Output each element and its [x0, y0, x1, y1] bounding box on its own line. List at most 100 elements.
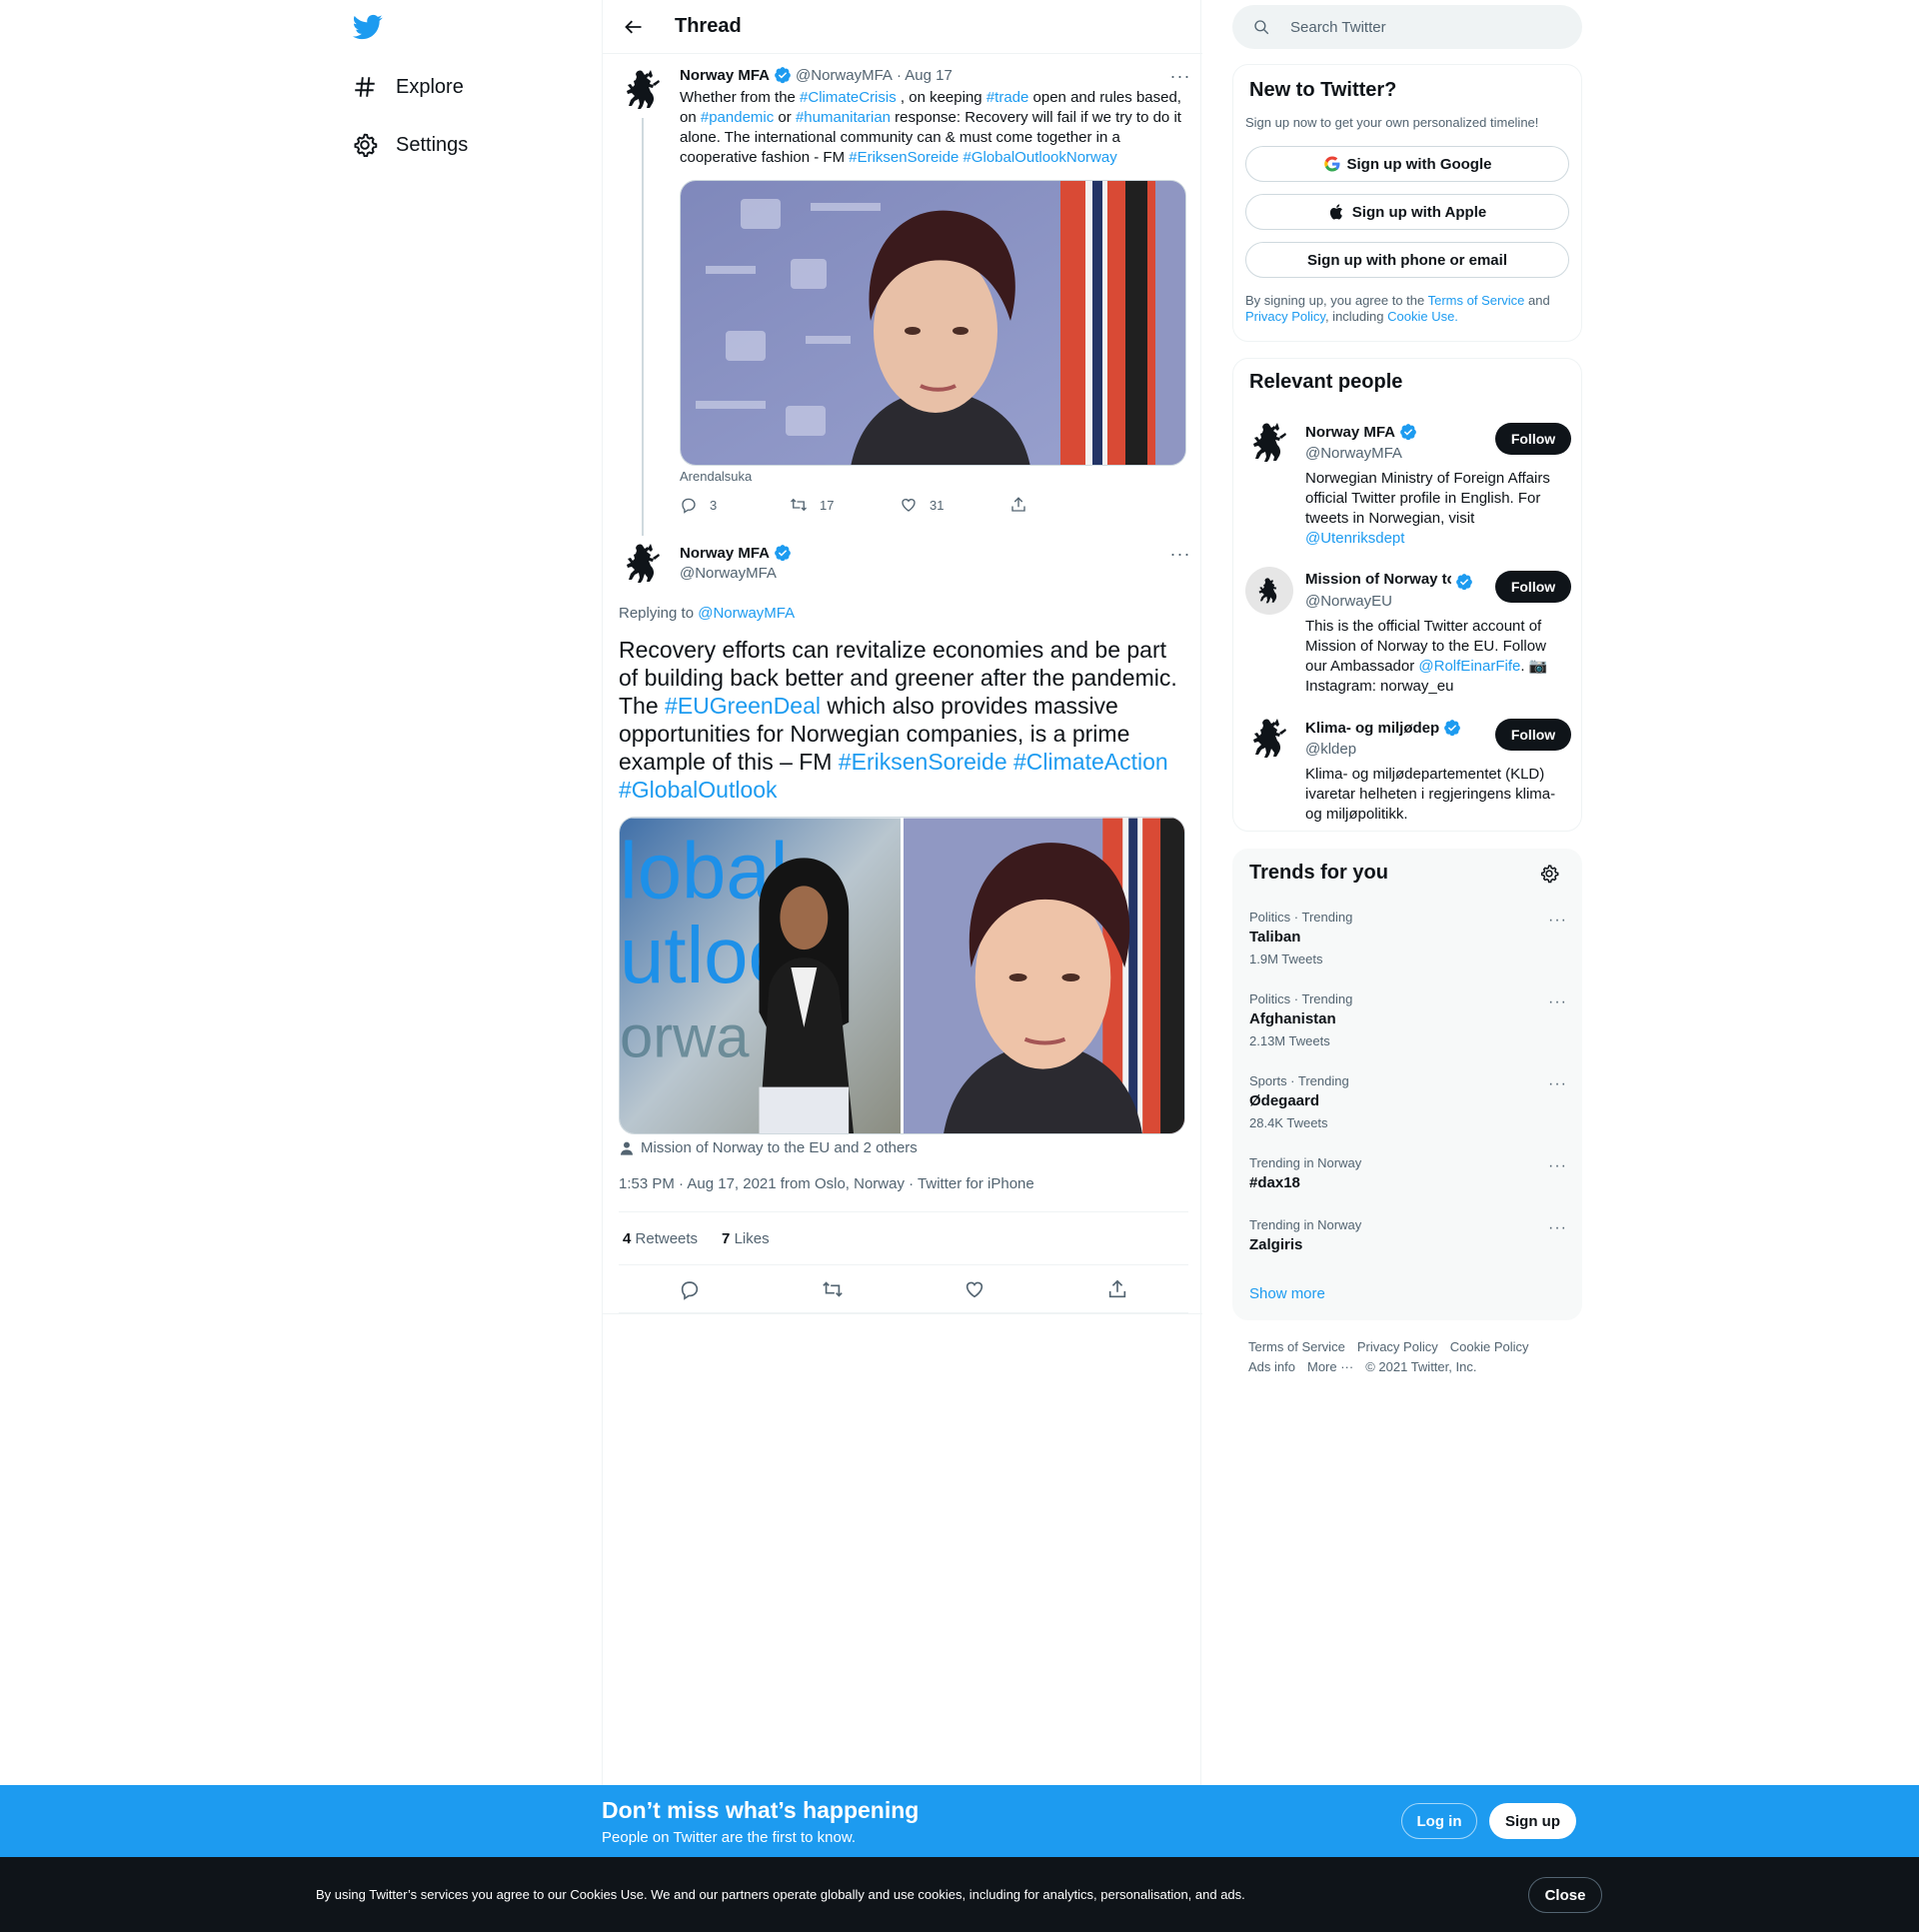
- bio-text: Klima- og miljødepartementet (KLD) ivare…: [1305, 766, 1556, 823]
- tagged-people[interactable]: Mission of Norway to the EU and 2 others: [619, 1139, 918, 1156]
- login-button[interactable]: Log in: [1401, 1803, 1477, 1839]
- show-more-link[interactable]: Show more: [1249, 1285, 1325, 1302]
- footer-more-link[interactable]: More ···: [1307, 1357, 1353, 1377]
- share-button[interactable]: [1009, 496, 1119, 514]
- more-options-icon[interactable]: ···: [1166, 66, 1194, 86]
- author-name[interactable]: Norway MFA: [680, 545, 770, 562]
- media-caption[interactable]: Arendalsuka: [680, 469, 752, 484]
- more-options-icon[interactable]: ···: [1548, 912, 1567, 930]
- more-options-icon[interactable]: ···: [1548, 993, 1567, 1011]
- bio-mention-link[interactable]: @Utenriksdept: [1305, 530, 1404, 547]
- tweet-date[interactable]: · Aug 17: [897, 67, 953, 84]
- likes-label: Likes: [734, 1229, 770, 1247]
- more-options-icon[interactable]: ···: [1548, 1075, 1567, 1093]
- norway-lion-crest-icon: [627, 544, 660, 583]
- more-options-icon[interactable]: ···: [1548, 1157, 1567, 1175]
- hashtag-link[interactable]: #GlobalOutlookNorway: [962, 149, 1116, 166]
- trend-item[interactable]: Politics · Trending Afghanistan 2.13M Tw…: [1249, 991, 1567, 1048]
- retweets-stat[interactable]: 4 Retweets: [623, 1230, 698, 1247]
- hashtag-link[interactable]: #pandemic: [701, 109, 774, 126]
- footer-ads-link[interactable]: Ads info: [1248, 1357, 1295, 1377]
- hashtag-link[interactable]: #humanitarian: [796, 109, 891, 126]
- retweet-icon: [791, 498, 807, 512]
- follow-button[interactable]: Follow: [1495, 423, 1571, 455]
- signup-google-button[interactable]: Sign up with Google: [1245, 146, 1569, 182]
- hashtag-link[interactable]: #EriksenSoreide: [849, 149, 959, 166]
- cookie-link[interactable]: Cookie Use.: [1387, 309, 1458, 324]
- banner-subtitle: People on Twitter are the first to know.: [602, 1829, 857, 1846]
- terms-link[interactable]: Terms of Service: [1428, 293, 1525, 308]
- trend-count: 28.4K Tweets: [1249, 1115, 1328, 1130]
- retweet-button[interactable]: 17: [790, 496, 900, 514]
- trend-item[interactable]: Sports · Trending Ødegaard 28.4K Tweets …: [1249, 1073, 1567, 1130]
- person-name[interactable]: Klima- og miljødep: [1305, 720, 1439, 737]
- person-handle[interactable]: @NorwayMFA: [1305, 445, 1402, 462]
- footer-privacy-link[interactable]: Privacy Policy: [1357, 1337, 1438, 1357]
- trend-item[interactable]: Trending in Norway Zalgiris ···: [1249, 1217, 1567, 1253]
- nav-explore[interactable]: Explore: [352, 67, 464, 107]
- trend-item[interactable]: Politics · Trending Taliban 1.9M Tweets …: [1249, 910, 1567, 966]
- signup-button[interactable]: Sign up: [1489, 1803, 1576, 1839]
- author-name-row: Norway MFA: [680, 544, 796, 562]
- person-handle[interactable]: @kldep: [1305, 741, 1356, 758]
- person-name[interactable]: Norway MFA: [1305, 424, 1395, 441]
- replying-to-link[interactable]: @NorwayMFA: [698, 605, 795, 622]
- hashtag-link[interactable]: #EUGreenDeal: [665, 693, 821, 719]
- trend-item[interactable]: Trending in Norway #dax18 ···: [1249, 1155, 1567, 1191]
- tweet-timestamp[interactable]: 1:53 PM · Aug 17, 2021 from Oslo, Norway…: [619, 1175, 1034, 1192]
- hashtag-link[interactable]: #EriksenSoreide: [839, 749, 1007, 775]
- search-bar[interactable]: [1232, 5, 1582, 49]
- footer-cookie-link[interactable]: Cookie Policy: [1450, 1337, 1529, 1357]
- nav-settings[interactable]: Settings: [352, 125, 468, 165]
- follow-button[interactable]: Follow: [1495, 719, 1571, 751]
- legal-text: and: [1524, 293, 1550, 308]
- legal-text: By signing up, you agree to the: [1245, 293, 1428, 308]
- tweet-actions: 3 17 31: [680, 496, 1119, 514]
- signup-apple-button[interactable]: Sign up with Apple: [1245, 194, 1569, 230]
- author-name[interactable]: Norway MFA: [680, 67, 770, 84]
- footer-terms-link[interactable]: Terms of Service: [1248, 1337, 1345, 1357]
- twitter-bird-icon[interactable]: [352, 12, 384, 42]
- avatar[interactable]: [619, 66, 667, 114]
- retweet-icon[interactable]: [822, 1278, 844, 1300]
- thread-connector: [642, 118, 644, 536]
- avatar[interactable]: [1245, 567, 1293, 615]
- person-handle[interactable]: @NorwayEU: [1305, 593, 1392, 610]
- tweet-text: Recovery efforts can revitalize economie…: [619, 636, 1188, 804]
- trend-name: Afghanistan: [1249, 1010, 1336, 1027]
- likes-stat[interactable]: 7 Likes: [722, 1230, 770, 1247]
- divider: [603, 1313, 1202, 1314]
- reply-icon[interactable]: [679, 1278, 701, 1300]
- person-name[interactable]: Mission of Norway to the EU: [1305, 571, 1451, 588]
- avatar[interactable]: [1245, 419, 1293, 467]
- back-button[interactable]: [617, 10, 651, 44]
- tweet-photo-1[interactable]: lobal utloo orwa: [620, 818, 901, 1134]
- bio-mention-link[interactable]: @RolfEinarFife: [1418, 658, 1520, 675]
- norway-lion-crest-icon: [1253, 423, 1286, 462]
- author-handle[interactable]: @NorwayMFA: [680, 565, 777, 582]
- like-button[interactable]: 31: [900, 496, 1009, 514]
- trends-card: Trends for you Politics · Trending Talib…: [1232, 849, 1582, 1320]
- share-icon[interactable]: [1106, 1278, 1128, 1300]
- hashtag-link[interactable]: #ClimateCrisis: [800, 89, 897, 106]
- more-options-icon[interactable]: ···: [1548, 1219, 1567, 1237]
- avatar[interactable]: [619, 540, 667, 588]
- card-subtitle: Sign up now to get your own personalized…: [1245, 115, 1539, 130]
- search-input[interactable]: [1290, 18, 1570, 36]
- more-options-icon[interactable]: ···: [1166, 544, 1194, 564]
- reply-button[interactable]: 3: [680, 496, 790, 514]
- author-handle[interactable]: @NorwayMFA: [796, 67, 893, 84]
- tweet-photo-2[interactable]: [904, 818, 1184, 1134]
- heart-icon[interactable]: [963, 1278, 985, 1300]
- hashtag-link[interactable]: #trade: [986, 89, 1029, 106]
- close-button[interactable]: Close: [1528, 1877, 1602, 1913]
- hashtag-link[interactable]: #GlobalOutlook: [619, 777, 778, 803]
- avatar[interactable]: [1245, 715, 1293, 763]
- person-bio: This is the official Twitter account of …: [1305, 617, 1571, 697]
- signup-phone-button[interactable]: Sign up with phone or email: [1245, 242, 1569, 278]
- hashtag-link[interactable]: #ClimateAction: [1013, 749, 1168, 775]
- privacy-link[interactable]: Privacy Policy: [1245, 309, 1325, 324]
- follow-button[interactable]: Follow: [1495, 571, 1571, 603]
- gear-icon[interactable]: [1539, 864, 1559, 884]
- tweet-video-thumbnail[interactable]: [680, 180, 1186, 466]
